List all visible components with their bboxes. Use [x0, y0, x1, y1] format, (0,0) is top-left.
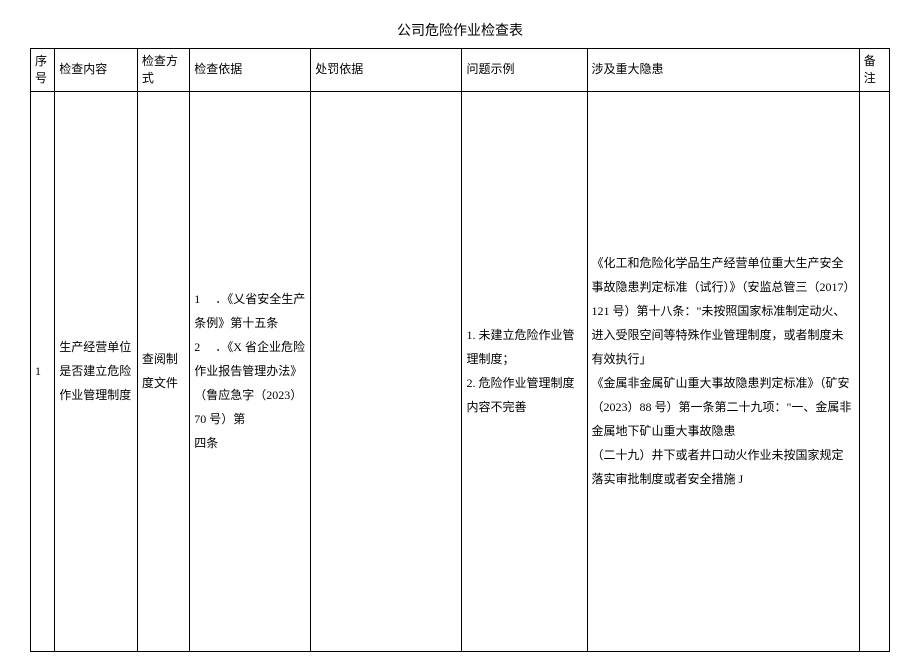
cell-content: 生产经营单位是否建立危险作业管理制度 — [55, 91, 138, 651]
cell-hazard: 《化工和危险化学品生产经营单位重大生产安全事故隐患判定标准（试行）》（安监总管三… — [587, 91, 859, 651]
header-method: 检查方式 — [137, 49, 189, 92]
header-hazard: 涉及重大隐患 — [587, 49, 859, 92]
cell-remark — [859, 91, 889, 651]
cell-basis: 1 ．《乂省安全生产条例》第十五条 2 ．《X 省企业危险作业报告管理办法》（鲁… — [190, 91, 311, 651]
cell-seq: 1 — [31, 91, 55, 651]
header-content: 检查内容 — [55, 49, 138, 92]
table-row: 1 生产经营单位是否建立危险作业管理制度 查阅制度文件 1 ．《乂省安全生产条例… — [31, 91, 890, 651]
inspection-table: 序号 检查内容 检查方式 检查依据 处罚依据 问题示例 涉及重大隐患 备注 1 … — [30, 48, 890, 652]
header-basis: 检查依据 — [190, 49, 311, 92]
header-seq: 序号 — [31, 49, 55, 92]
cell-method: 查阅制度文件 — [137, 91, 189, 651]
cell-example: 1. 未建立危险作业管理制度； 2. 危险作业管理制度内容不完善 — [462, 91, 587, 651]
document-title: 公司危险作业检查表 — [30, 20, 890, 40]
header-example: 问题示例 — [462, 49, 587, 92]
table-header-row: 序号 检查内容 检查方式 检查依据 处罚依据 问题示例 涉及重大隐患 备注 — [31, 49, 890, 92]
header-remark: 备注 — [859, 49, 889, 92]
header-penalty: 处罚依据 — [311, 49, 462, 92]
cell-penalty — [311, 91, 462, 651]
